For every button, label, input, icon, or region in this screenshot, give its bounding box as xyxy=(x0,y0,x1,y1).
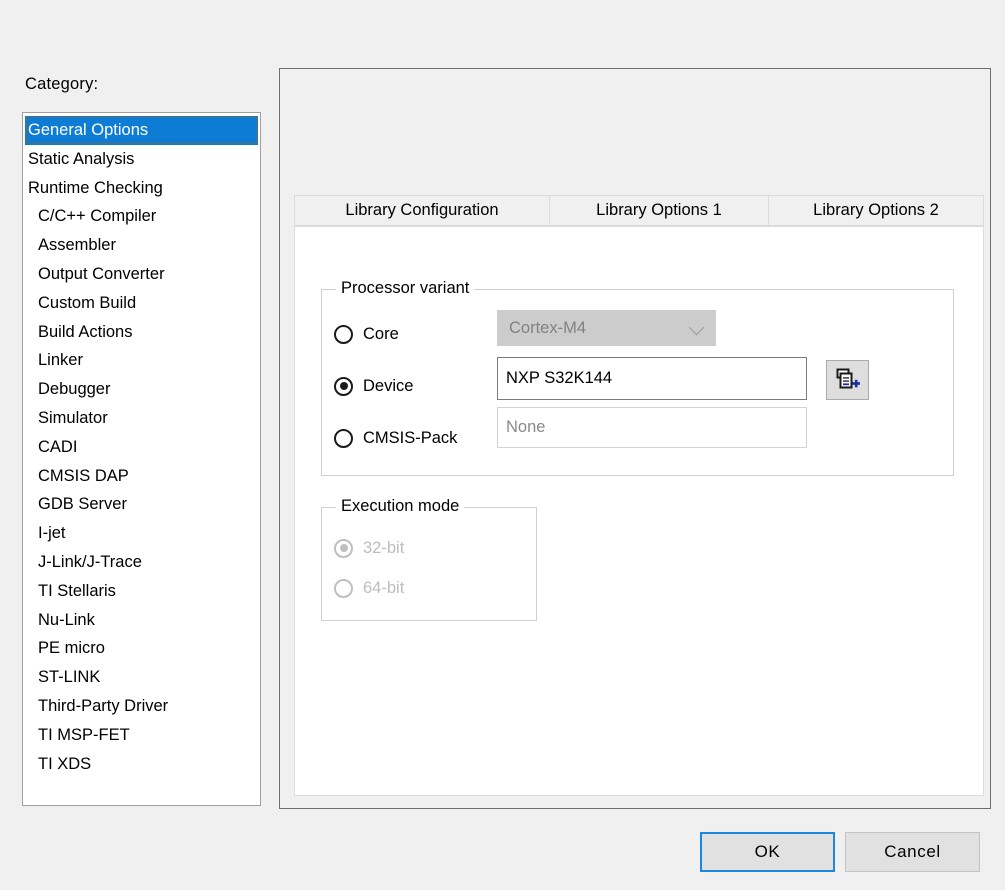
device-select-icon xyxy=(836,368,860,389)
radio-row-cmsis-pack[interactable]: CMSIS-Pack xyxy=(334,426,457,450)
category-item-i-jet[interactable]: I-jet xyxy=(23,519,260,548)
radio-row-core[interactable]: Core xyxy=(334,322,399,346)
radio-exec-64bit-label: 64-bit xyxy=(363,578,405,597)
category-item-ti-stellaris[interactable]: TI Stellaris xyxy=(23,577,260,606)
ok-button[interactable]: OK xyxy=(700,832,835,872)
execution-mode-legend: Execution mode xyxy=(336,497,465,516)
processor-variant-legend: Processor variant xyxy=(336,279,475,298)
category-list[interactable]: General Options Static Analysis Runtime Ch… xyxy=(22,112,261,806)
radio-core[interactable] xyxy=(334,324,353,344)
category-item-j-link-j-trace[interactable]: J-Link/J-Trace xyxy=(23,548,260,577)
category-item-cadi[interactable]: CADI xyxy=(23,433,260,462)
category-label: Category: xyxy=(25,75,99,93)
radio-device[interactable] xyxy=(334,376,353,396)
tab-row-top: Library Configuration Library Options 1 Li… xyxy=(294,195,984,226)
cancel-button[interactable]: Cancel xyxy=(845,832,980,872)
category-item-build-actions[interactable]: Build Actions xyxy=(23,318,260,347)
category-item-gdb-server[interactable]: GDB Server xyxy=(23,490,260,519)
category-item-runtime-checking[interactable]: Runtime Checking xyxy=(23,174,260,203)
category-item-ti-xds[interactable]: TI XDS xyxy=(23,750,260,779)
device-input[interactable]: NXP S32K144 xyxy=(497,357,807,400)
core-combo-value: Cortex-M4 xyxy=(509,318,587,337)
device-select-button[interactable] xyxy=(826,360,869,400)
radio-exec-32bit xyxy=(334,538,353,558)
radio-row-device[interactable]: Device xyxy=(334,374,413,398)
radio-row-exec-32bit: 32-bit xyxy=(334,536,404,560)
core-combo: Cortex-M4 xyxy=(497,310,716,346)
chevron-down-icon xyxy=(688,319,705,336)
tab-library-options-1[interactable]: Library Options 1 xyxy=(550,195,769,226)
category-item-general-options[interactable]: General Options xyxy=(25,116,258,145)
category-item-pe-micro[interactable]: PE micro xyxy=(23,634,260,663)
cmsis-pack-placeholder: None xyxy=(506,418,546,436)
execution-mode-group: Execution mode 32-bit 64-bit xyxy=(321,497,537,621)
category-item-debugger[interactable]: Debugger xyxy=(23,375,260,404)
category-item-assembler[interactable]: Assembler xyxy=(23,231,260,260)
radio-exec-32bit-label: 32-bit xyxy=(363,538,405,557)
category-item-custom-build[interactable]: Custom Build xyxy=(23,289,260,318)
category-item-c-c-compiler[interactable]: C/C++ Compiler xyxy=(23,202,260,231)
radio-device-label: Device xyxy=(363,376,414,395)
radio-cmsis-pack-label: CMSIS-Pack xyxy=(363,428,458,447)
radio-cmsis-pack[interactable] xyxy=(334,428,353,448)
radio-core-label: Core xyxy=(363,324,399,343)
category-item-static-analysis[interactable]: Static Analysis xyxy=(23,145,260,174)
category-item-cmsis-dap[interactable]: CMSIS DAP xyxy=(23,462,260,491)
tab-library-configuration[interactable]: Library Configuration xyxy=(294,195,550,226)
category-item-simulator[interactable]: Simulator xyxy=(23,404,260,433)
category-item-third-party-driver[interactable]: Third-Party Driver xyxy=(23,692,260,721)
radio-row-exec-64bit: 64-bit xyxy=(334,576,404,600)
radio-exec-64bit xyxy=(334,578,353,598)
category-item-nu-link[interactable]: Nu-Link xyxy=(23,606,260,635)
cmsis-pack-input[interactable]: None xyxy=(497,407,807,448)
device-input-value: NXP S32K144 xyxy=(506,369,613,387)
category-item-ti-msp-fet[interactable]: TI MSP-FET xyxy=(23,721,260,750)
category-item-st-link[interactable]: ST-LINK xyxy=(23,663,260,692)
category-item-linker[interactable]: Linker xyxy=(23,346,260,375)
category-item-output-converter[interactable]: Output Converter xyxy=(23,260,260,289)
tab-library-options-2[interactable]: Library Options 2 xyxy=(769,195,984,226)
